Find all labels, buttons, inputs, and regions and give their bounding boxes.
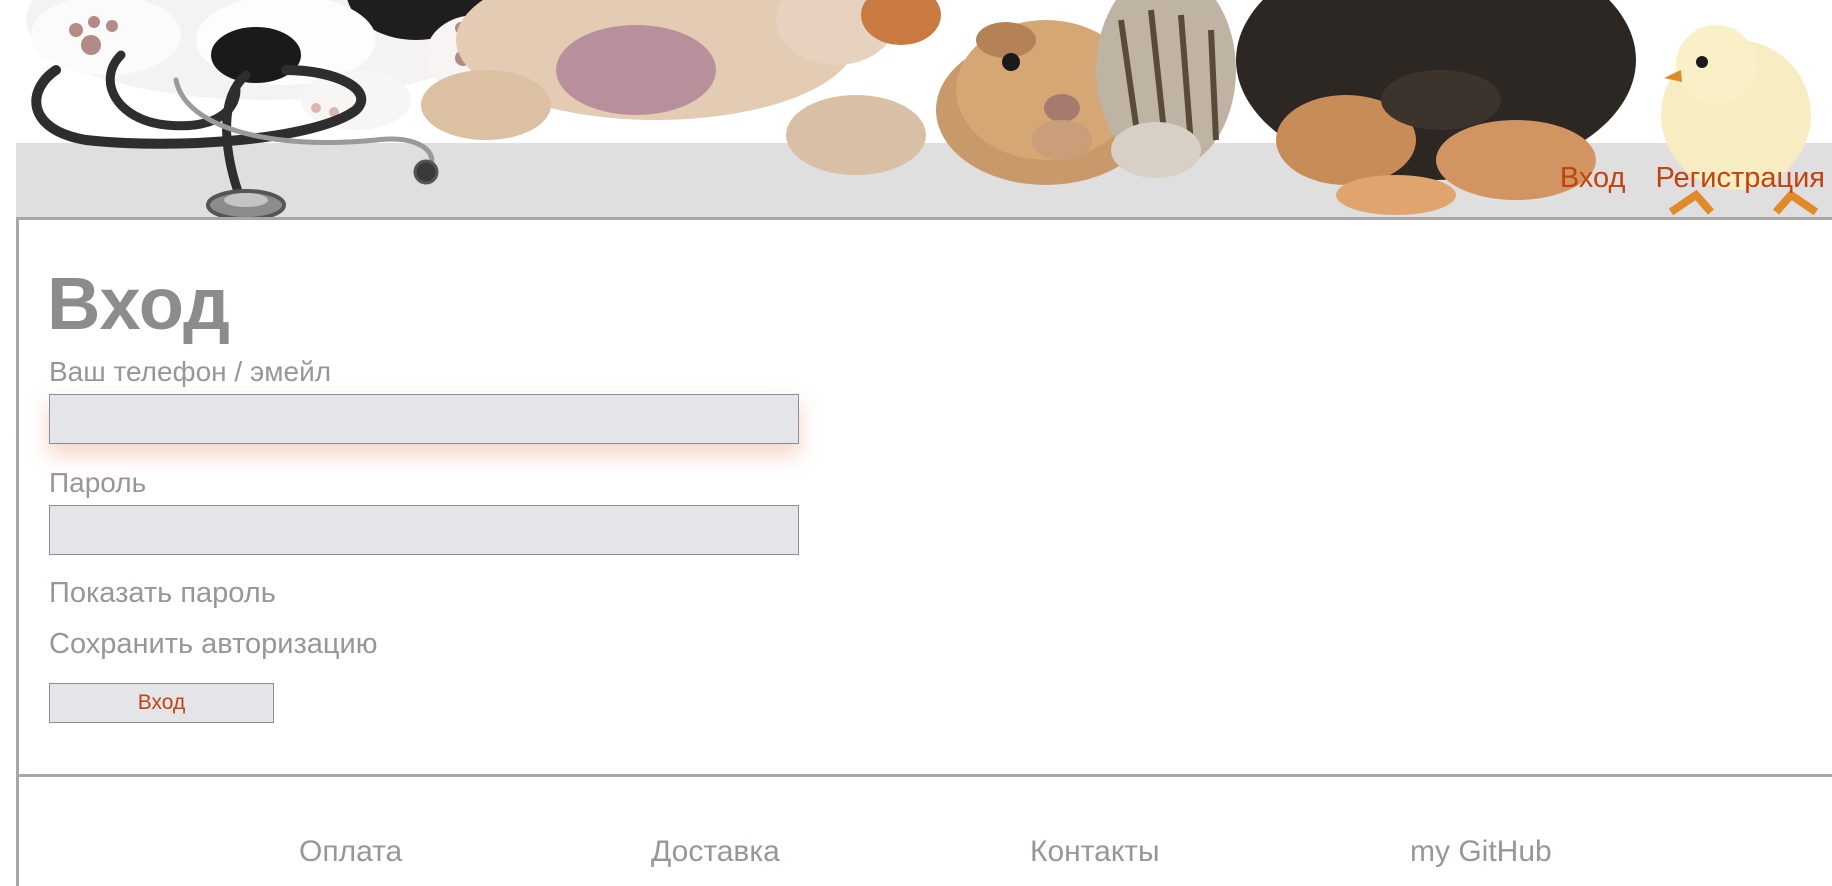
footer [16, 777, 1832, 886]
login-field-label: Ваш телефон / эмейл [49, 356, 332, 387]
footer-link-contacts[interactable]: Контакты [1030, 835, 1160, 869]
puppy-image [421, 0, 926, 175]
header-nav: Вход Регистрация [1560, 162, 1825, 195]
nav-register-link[interactable]: Регистрация [1655, 162, 1825, 195]
header-banner: Вход Регистрация [16, 0, 1832, 218]
login-input[interactable] [49, 394, 799, 444]
footer-link-payment[interactable]: Оплата [299, 835, 402, 869]
login-panel [16, 220, 1832, 774]
tabby-kitten-image [1096, 0, 1236, 178]
login-submit-button[interactable]: Вход [49, 683, 274, 723]
footer-link-delivery[interactable]: Доставка [651, 835, 780, 869]
footer-link-github[interactable]: my GitHub [1410, 835, 1552, 869]
nav-login-link[interactable]: Вход [1560, 162, 1626, 195]
password-field-label: Пароль [49, 467, 147, 498]
password-input[interactable] [49, 505, 799, 555]
show-password-toggle[interactable]: Показать пароль [49, 577, 276, 610]
page-title: Вход [47, 262, 230, 345]
remember-me-toggle[interactable]: Сохранить авторизацию [49, 628, 377, 661]
